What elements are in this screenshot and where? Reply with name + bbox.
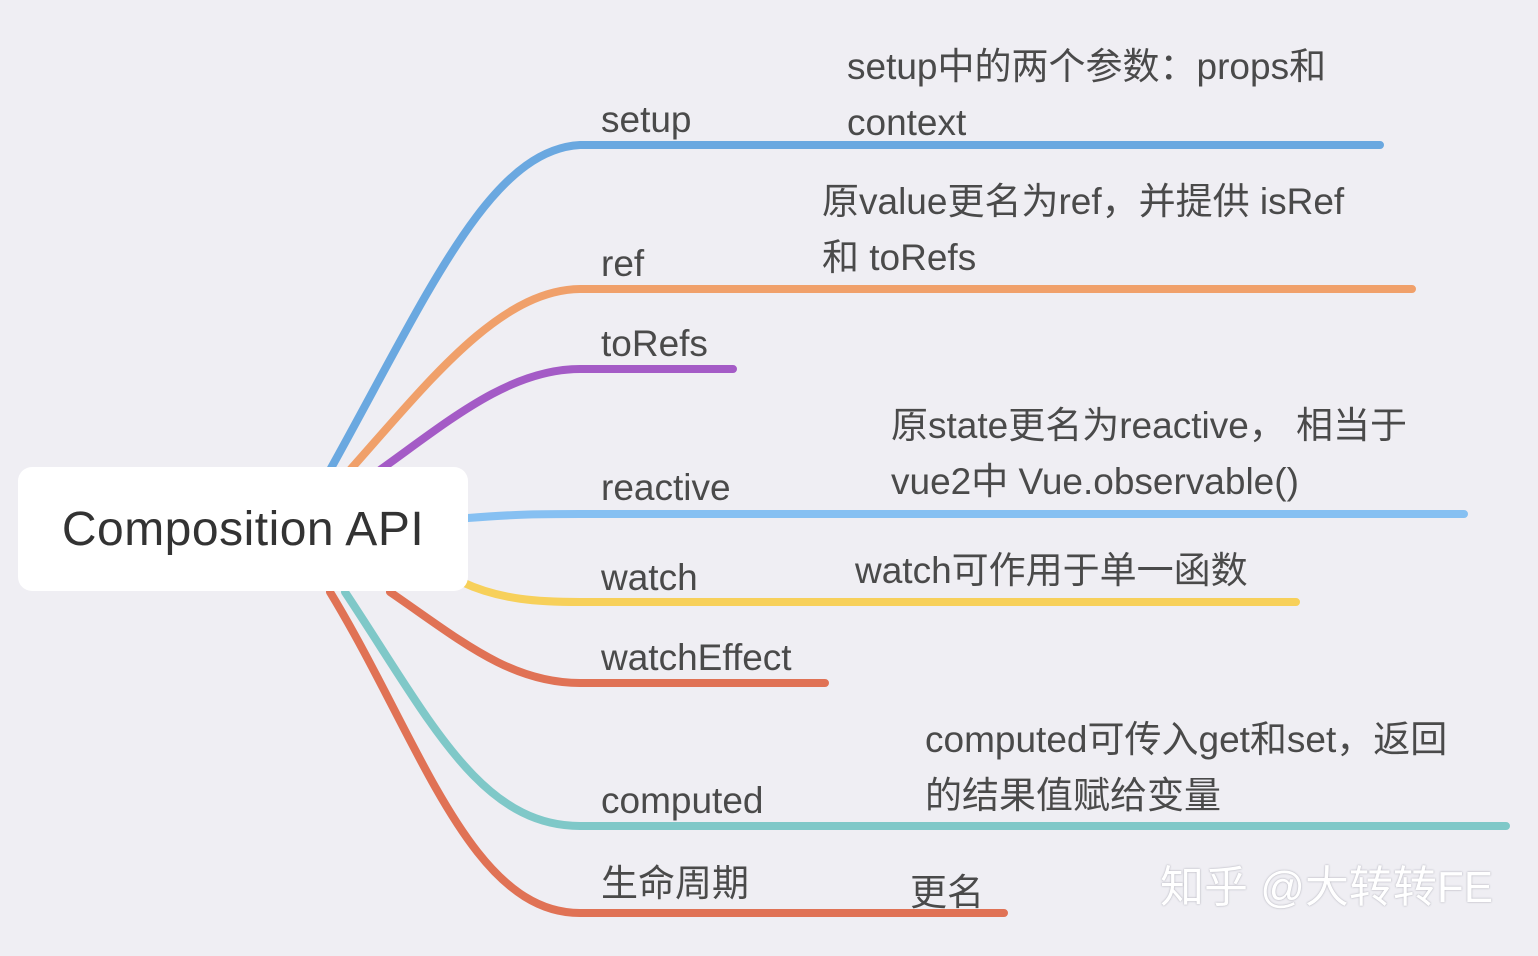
root-node-label: Composition API xyxy=(61,502,425,556)
branch-label-reactive[interactable]: reactive xyxy=(601,469,731,506)
branch-label-watch[interactable]: watch xyxy=(601,559,698,596)
branch-line-torefs xyxy=(376,365,737,474)
branch-label-setup[interactable]: setup xyxy=(601,101,692,138)
branch-note-ref: 原value更名为ref，并提供 isRef 和 toRefs xyxy=(822,181,1345,278)
root-node[interactable]: Composition API xyxy=(18,467,468,591)
branch-note-lifecycle: 更名 xyxy=(910,872,984,913)
branch-label-computed[interactable]: computed xyxy=(601,782,764,819)
branch-note-watch: watch可作用于单一函数 xyxy=(855,550,1248,591)
branch-line-reactive xyxy=(464,510,1468,522)
branch-note-reactive: 原state更名为reactive， 相当于 vue2中 Vue.observa… xyxy=(891,405,1408,502)
branch-label-lifecycle[interactable]: 生命周期 xyxy=(601,865,749,902)
branch-note-setup: setup中的两个参数：props和 context xyxy=(847,46,1327,143)
watermark: 知乎 @大转转FE xyxy=(1160,863,1494,912)
branch-label-torefs[interactable]: toRefs xyxy=(601,325,708,362)
branch-label-watcheffect[interactable]: watchEffect xyxy=(601,639,792,676)
branch-note-computed: computed可传入get和set，返回 的结果值赋给变量 xyxy=(925,719,1448,816)
branch-label-ref[interactable]: ref xyxy=(601,245,644,282)
